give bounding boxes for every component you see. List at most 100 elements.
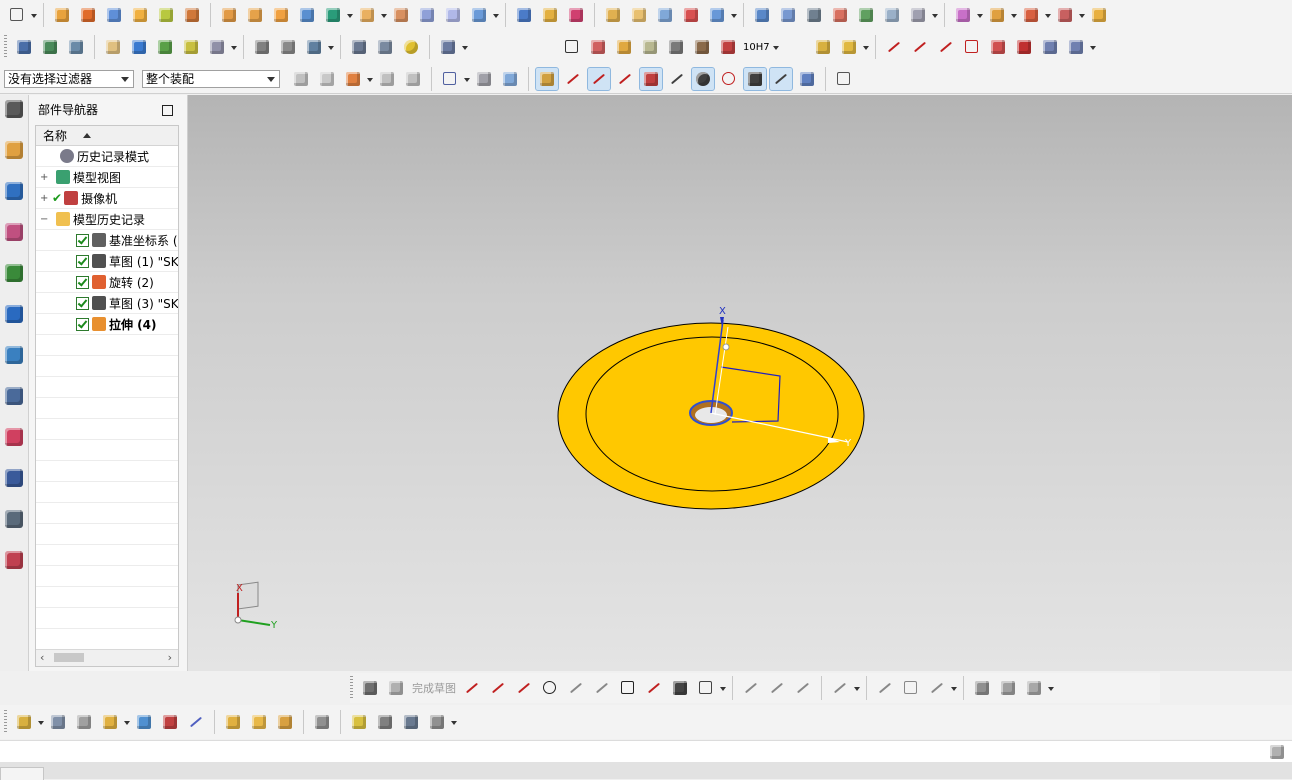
quadrant-point-icon[interactable] xyxy=(718,68,740,90)
tree-item-model-views[interactable]: + 模型视图 xyxy=(36,167,178,188)
patch-icon[interactable] xyxy=(706,4,728,26)
through-mesh-icon[interactable] xyxy=(777,4,799,26)
process-studio-icon[interactable] xyxy=(3,467,25,489)
offset-curve-tool-icon[interactable] xyxy=(829,677,851,699)
scrollbar-thumb[interactable] xyxy=(54,653,84,662)
geometric-constraints-icon[interactable] xyxy=(971,677,993,699)
balloon-icon[interactable] xyxy=(639,36,661,58)
curve-on-surface-icon[interactable] xyxy=(251,36,273,58)
point-set-icon[interactable] xyxy=(13,36,35,58)
pattern-grid-icon[interactable] xyxy=(270,4,292,26)
assembly-icon[interactable] xyxy=(812,36,834,58)
move-face-icon[interactable] xyxy=(128,36,150,58)
arc-tool-icon[interactable] xyxy=(513,677,535,699)
grid-icon[interactable] xyxy=(833,68,855,90)
tangent-point-icon[interactable] xyxy=(666,68,688,90)
column-header-name[interactable]: 名称 xyxy=(36,126,178,146)
new-component-icon[interactable] xyxy=(47,711,69,733)
sequence-icon[interactable] xyxy=(274,711,296,733)
horizontal-scrollbar[interactable]: ‹ › xyxy=(36,649,178,666)
tree-item-datum-csys[interactable]: 基准坐标系 ( xyxy=(36,230,178,251)
text-icon[interactable] xyxy=(102,36,124,58)
line-icon[interactable] xyxy=(883,36,905,58)
sew-icon[interactable] xyxy=(680,4,702,26)
point-tool-icon[interactable] xyxy=(669,677,691,699)
document-tab[interactable] xyxy=(0,767,44,780)
assembly-constraints-icon[interactable] xyxy=(159,711,181,733)
mirror-assembly-icon[interactable] xyxy=(1054,4,1076,26)
end-point-icon[interactable] xyxy=(562,68,584,90)
graphics-window[interactable]: X Y X Y xyxy=(188,95,1292,671)
part-navigator-icon[interactable] xyxy=(3,221,25,243)
angular-dimension-icon[interactable] xyxy=(926,677,948,699)
dropdown-arrow[interactable] xyxy=(853,677,861,699)
point-on-face-icon[interactable] xyxy=(796,68,818,90)
selection-filter-dropdown[interactable]: 没有选择过滤器 xyxy=(4,69,134,88)
wave-link-icon[interactable] xyxy=(1088,4,1110,26)
hole-icon[interactable] xyxy=(129,4,151,26)
dimension-icon[interactable] xyxy=(717,36,739,58)
block-icon[interactable] xyxy=(103,4,125,26)
select-mode-icon[interactable] xyxy=(316,68,338,90)
section-curve-icon[interactable] xyxy=(1065,36,1087,58)
cylinder-spring-icon[interactable] xyxy=(348,36,370,58)
status-grid-icon[interactable] xyxy=(1266,741,1288,763)
layers-icon[interactable] xyxy=(39,36,61,58)
swoop-icon[interactable] xyxy=(881,4,903,26)
tree-item-model-history[interactable]: − 模型历史记录 xyxy=(36,209,178,230)
profile-icon[interactable] xyxy=(961,36,983,58)
shell-icon[interactable] xyxy=(356,4,378,26)
reference-set-icon[interactable] xyxy=(222,711,244,733)
pad-icon[interactable] xyxy=(181,4,203,26)
mirror-icon[interactable] xyxy=(185,711,207,733)
arc-icon[interactable] xyxy=(909,36,931,58)
dropdown-arrow[interactable] xyxy=(931,4,939,26)
assembly-cut-icon[interactable] xyxy=(426,711,448,733)
table-icon[interactable] xyxy=(587,36,609,58)
dropdown-arrow[interactable] xyxy=(976,4,984,26)
bridge-surface-icon[interactable] xyxy=(855,4,877,26)
dropdown-arrow[interactable] xyxy=(1089,36,1097,58)
boss-icon[interactable] xyxy=(155,4,177,26)
gear-modeling-icon[interactable] xyxy=(437,36,459,58)
tolerance-label[interactable]: 10H7 xyxy=(743,42,770,53)
emboss-icon[interactable] xyxy=(218,4,240,26)
quick-extend-icon[interactable] xyxy=(766,677,788,699)
tree-item-sketch-3[interactable]: 草图 (3) "SK xyxy=(36,293,178,314)
collapse-icon[interactable]: − xyxy=(40,214,48,225)
tree-item-revolve-2[interactable]: 旋转 (2) xyxy=(36,272,178,293)
dropdown-arrow[interactable] xyxy=(327,36,335,58)
tree-item-extrude-4[interactable]: 拉伸 (4) xyxy=(36,314,178,335)
face-blend-icon[interactable] xyxy=(565,4,587,26)
face-rule-icon[interactable] xyxy=(402,68,424,90)
visibility-checkbox[interactable] xyxy=(76,317,89,331)
point-on-curve-icon[interactable] xyxy=(769,66,793,91)
maximize-icon[interactable] xyxy=(162,105,173,116)
face-surface-icon[interactable] xyxy=(907,4,929,26)
through-curves-icon[interactable] xyxy=(751,4,773,26)
dropdown-arrow[interactable] xyxy=(230,36,238,58)
intersection-point-icon[interactable] xyxy=(639,66,663,91)
select-feature-icon[interactable] xyxy=(342,68,364,90)
rapid-dimension-icon[interactable] xyxy=(874,677,896,699)
pattern-feature-icon[interactable] xyxy=(244,4,266,26)
dropdown-arrow[interactable] xyxy=(730,4,738,26)
datum-plane-icon[interactable] xyxy=(602,4,624,26)
unite-icon[interactable] xyxy=(296,4,318,26)
remove-component-icon[interactable] xyxy=(1020,4,1042,26)
offset-face-icon[interactable] xyxy=(390,4,412,26)
triangle-icon[interactable] xyxy=(561,36,583,58)
thicken-icon[interactable] xyxy=(654,4,676,26)
curve-rule-icon[interactable] xyxy=(376,68,398,90)
delete-face-icon[interactable] xyxy=(180,36,202,58)
polygon-tool-icon[interactable] xyxy=(695,677,717,699)
system-materials-icon[interactable] xyxy=(3,426,25,448)
studio-spline-icon[interactable] xyxy=(935,36,957,58)
new-parent-icon[interactable] xyxy=(73,711,95,733)
finish-sketch-label[interactable]: 完成草图 xyxy=(412,680,456,696)
edge-blend-icon[interactable] xyxy=(513,4,535,26)
select-body-icon[interactable] xyxy=(499,68,521,90)
trim-body-icon[interactable] xyxy=(416,4,438,26)
wave-geometry-linker-icon[interactable] xyxy=(374,711,396,733)
visibility-checkbox[interactable] xyxy=(76,254,89,268)
